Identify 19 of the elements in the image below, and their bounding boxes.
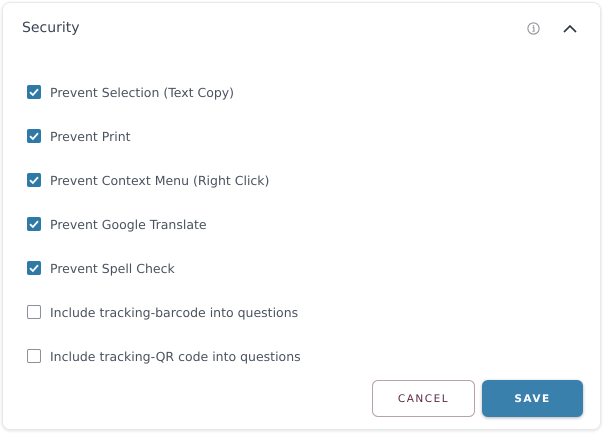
checkbox[interactable] xyxy=(27,217,41,231)
section-title: Security xyxy=(22,20,80,36)
checkbox[interactable] xyxy=(27,85,41,99)
checkbox-label: Prevent Google Translate xyxy=(50,216,207,232)
checkbox-label: Prevent Spell Check xyxy=(50,260,175,276)
checkbox-label: Include tracking-barcode into questions xyxy=(50,304,298,320)
checkbox[interactable] xyxy=(27,129,41,143)
checkbox-label: Include tracking-QR code into questions xyxy=(50,348,301,364)
checkbox[interactable] xyxy=(27,173,41,187)
info-icon[interactable] xyxy=(527,22,540,34)
save-button[interactable]: SAVE xyxy=(482,380,583,417)
checkbox[interactable] xyxy=(27,261,41,275)
checkbox-label: Prevent Selection (Text Copy) xyxy=(50,84,234,100)
checkbox-label: Prevent Print xyxy=(50,128,131,144)
checkbox[interactable] xyxy=(27,349,41,363)
cancel-button[interactable]: CANCEL xyxy=(372,380,475,417)
checkbox-label: Prevent Context Menu (Right Click) xyxy=(50,172,270,188)
checkbox[interactable] xyxy=(27,305,41,319)
chevron-up-icon[interactable] xyxy=(563,24,577,32)
